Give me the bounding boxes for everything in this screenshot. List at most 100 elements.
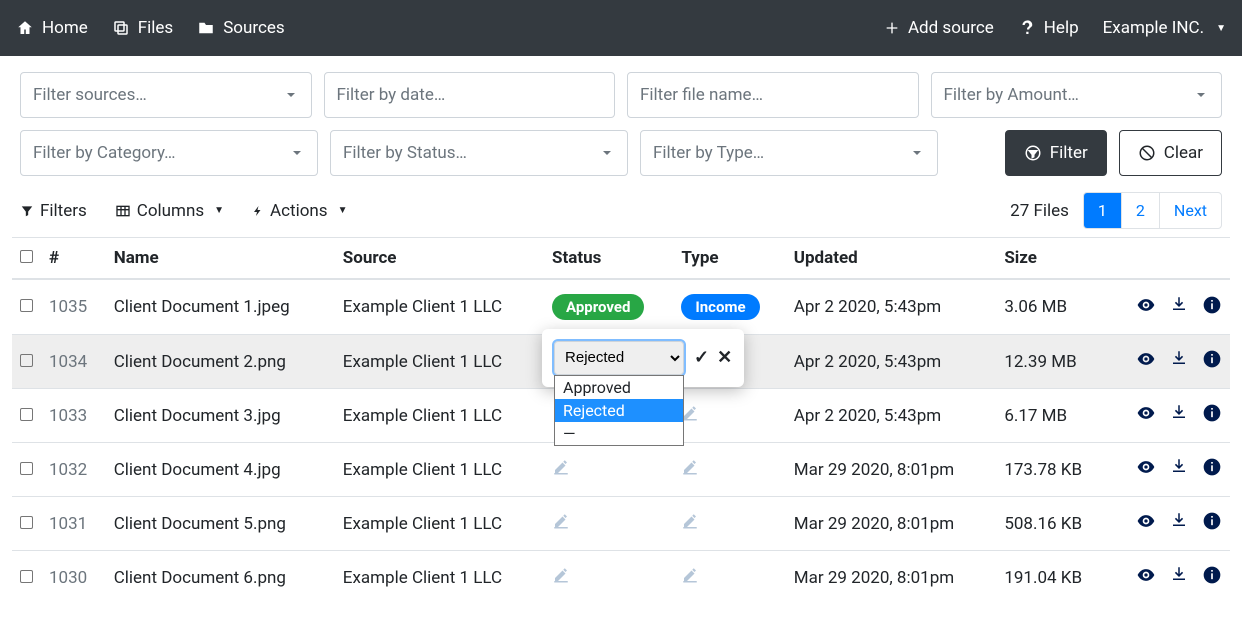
select-all-checkbox[interactable] (20, 250, 33, 263)
info-icon[interactable] (1202, 457, 1222, 482)
confirm-icon[interactable]: ✓ (694, 347, 709, 368)
status-badge[interactable]: Approved (552, 294, 644, 320)
edit-status-icon[interactable] (552, 569, 570, 589)
row-actions (1116, 565, 1222, 590)
row-name[interactable]: Client Document 4.jpg (106, 443, 335, 497)
row-size: 6.17 MB (996, 389, 1108, 443)
row-name[interactable]: Client Document 5.png (106, 497, 335, 551)
view-icon[interactable] (1136, 295, 1156, 320)
nav-sources[interactable]: Sources (197, 18, 284, 38)
nav-account[interactable]: Example INC. ▼ (1103, 18, 1226, 38)
info-icon[interactable] (1202, 349, 1222, 374)
row-type: Income (673, 279, 785, 335)
chevron-down-icon (289, 145, 305, 161)
row-checkbox[interactable] (20, 354, 33, 367)
question-icon (1018, 19, 1036, 37)
row-checkbox[interactable] (20, 462, 33, 475)
cancel-icon[interactable]: ✕ (717, 347, 732, 368)
row-name[interactable]: Client Document 1.jpeg (106, 279, 335, 335)
row-status (544, 551, 673, 605)
row-id: 1030 (41, 551, 106, 605)
option-blank[interactable]: — (555, 422, 683, 445)
row-name[interactable]: Client Document 6.png (106, 551, 335, 605)
filter-sources[interactable]: Filter sources… (20, 72, 312, 118)
edit-type-icon[interactable] (681, 461, 699, 481)
edit-status-icon[interactable] (552, 461, 570, 481)
row-source: Example Client 1 LLC (335, 497, 544, 551)
download-icon[interactable] (1170, 295, 1188, 320)
header-size[interactable]: Size (996, 238, 1108, 280)
download-icon[interactable] (1170, 565, 1188, 590)
header-num[interactable]: # (41, 238, 106, 280)
filter-filename[interactable]: Filter file name… (627, 72, 919, 118)
filter-amount[interactable]: Filter by Amount… (931, 72, 1223, 118)
filter-category[interactable]: Filter by Category… (20, 130, 318, 176)
status-select[interactable]: Rejected (554, 341, 684, 375)
filter-row-1: Filter sources… Filter by date… Filter f… (20, 72, 1222, 118)
chevron-down-icon (283, 87, 299, 103)
row-checkbox[interactable] (20, 408, 33, 421)
filter-row-2: Filter by Category… Filter by Status… Fi… (20, 130, 1222, 176)
chevron-down-icon (599, 145, 615, 161)
row-size: 173.78 KB (996, 443, 1108, 497)
filter-filename-label: Filter file name… (640, 85, 763, 105)
row-checkbox[interactable] (20, 299, 33, 312)
header-type[interactable]: Type (673, 238, 785, 280)
info-icon[interactable] (1202, 565, 1222, 590)
toolbar-filters[interactable]: Filters (20, 201, 87, 221)
edit-type-icon[interactable] (681, 407, 699, 427)
filter-status[interactable]: Filter by Status… (330, 130, 628, 176)
row-name[interactable]: Client Document 2.png (106, 335, 335, 389)
clear-button[interactable]: Clear (1119, 130, 1222, 176)
view-icon[interactable] (1136, 565, 1156, 590)
row-checkbox[interactable] (20, 570, 33, 583)
download-icon[interactable] (1170, 457, 1188, 482)
filter-button[interactable]: Filter (1005, 130, 1107, 176)
filter-type[interactable]: Filter by Type… (640, 130, 938, 176)
nav-add-source[interactable]: Add source (884, 18, 994, 38)
row-actions (1116, 295, 1222, 320)
option-approved[interactable]: Approved (555, 376, 683, 399)
option-rejected[interactable]: Rejected (555, 399, 683, 422)
row-id: 1034 (41, 335, 106, 389)
view-icon[interactable] (1136, 457, 1156, 482)
download-icon[interactable] (1170, 403, 1188, 428)
view-icon[interactable] (1136, 511, 1156, 536)
info-icon[interactable] (1202, 295, 1222, 320)
view-icon[interactable] (1136, 349, 1156, 374)
nav-home[interactable]: Home (16, 18, 88, 38)
info-icon[interactable] (1202, 511, 1222, 536)
toolbar-columns[interactable]: Columns ▼ (115, 201, 224, 221)
header-status[interactable]: Status (544, 238, 673, 280)
row-source: Example Client 1 LLC (335, 279, 544, 335)
popover-actions: ✓ ✕ (694, 347, 732, 368)
nav-files[interactable]: Files (112, 18, 173, 38)
row-size: 191.04 KB (996, 551, 1108, 605)
toolbar-columns-label: Columns (137, 201, 204, 221)
page-next[interactable]: Next (1160, 193, 1221, 228)
page-1[interactable]: 1 (1084, 193, 1122, 228)
table-row: 1030Client Document 6.pngExample Client … (12, 551, 1230, 605)
row-id: 1033 (41, 389, 106, 443)
edit-status-icon[interactable] (552, 515, 570, 535)
toolbar-actions[interactable]: Actions ▼ (252, 201, 347, 221)
row-checkbox[interactable] (20, 516, 33, 529)
type-badge[interactable]: Income (681, 294, 759, 320)
download-icon[interactable] (1170, 511, 1188, 536)
chevron-down-icon (1193, 87, 1209, 103)
header-source[interactable]: Source (335, 238, 544, 280)
view-icon[interactable] (1136, 403, 1156, 428)
download-icon[interactable] (1170, 349, 1188, 374)
filter-date[interactable]: Filter by date… (324, 72, 616, 118)
row-size: 508.16 KB (996, 497, 1108, 551)
row-name[interactable]: Client Document 3.jpg (106, 389, 335, 443)
header-updated[interactable]: Updated (786, 238, 997, 280)
info-icon[interactable] (1202, 403, 1222, 428)
header-name[interactable]: Name (106, 238, 335, 280)
edit-type-icon[interactable] (681, 515, 699, 535)
row-source: Example Client 1 LLC (335, 551, 544, 605)
edit-type-icon[interactable] (681, 569, 699, 589)
page-2[interactable]: 2 (1122, 193, 1160, 228)
toolbar-right: 27 Files 1 2 Next (1010, 192, 1222, 229)
nav-help[interactable]: Help (1018, 18, 1079, 38)
